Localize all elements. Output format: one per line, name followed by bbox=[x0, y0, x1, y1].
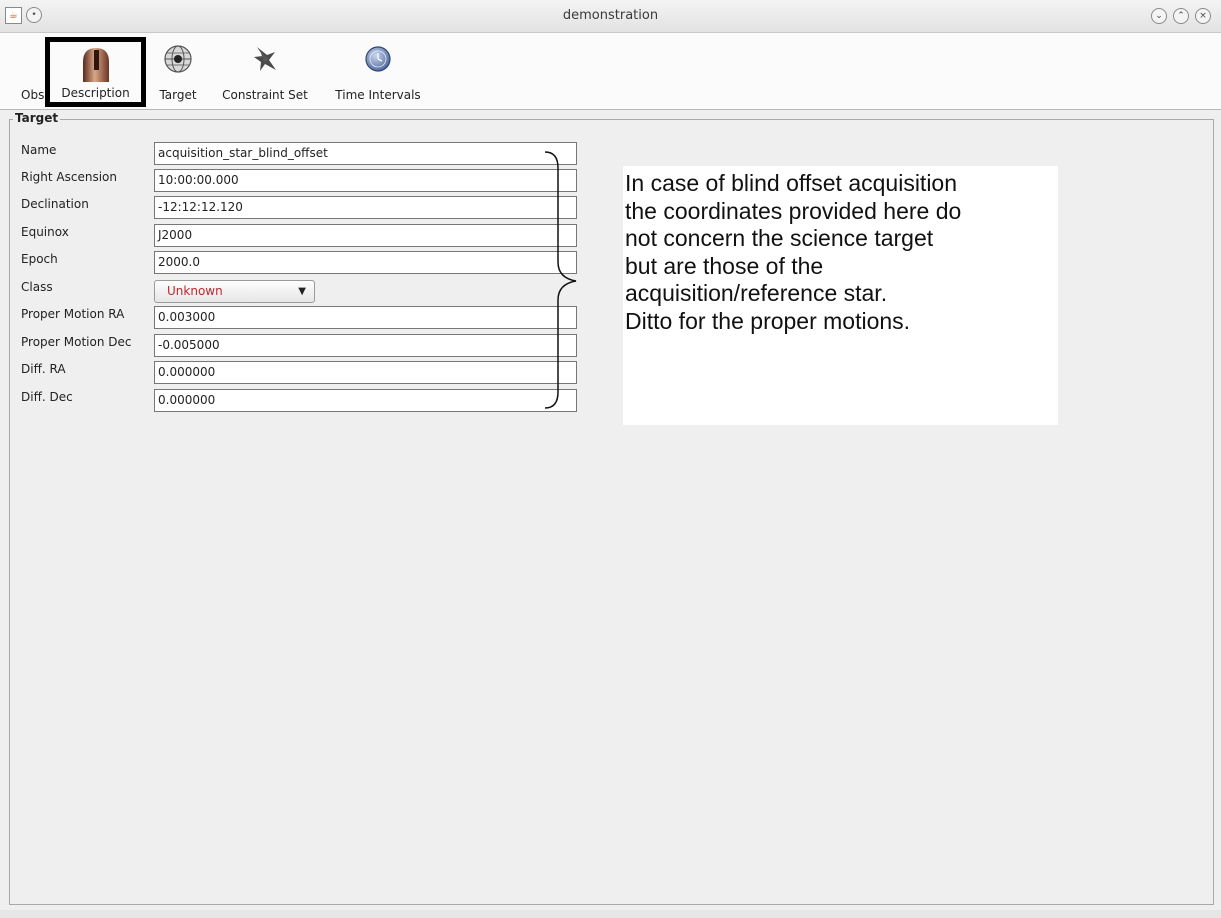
right-ascension-label: Right Ascension bbox=[21, 170, 117, 184]
diff-dec-field[interactable]: 0.000000 bbox=[154, 389, 577, 412]
toolbar-item-label: Time Intervals bbox=[335, 88, 421, 102]
annotation-line: not concern the science target bbox=[625, 225, 934, 251]
status-strip bbox=[0, 910, 1221, 918]
annotation-line: the coordinates provided here do bbox=[625, 197, 962, 224]
minimize-icon[interactable]: ⌄ bbox=[1151, 8, 1167, 24]
proper-motion-ra-label: Proper Motion RA bbox=[21, 307, 125, 321]
clock-icon bbox=[362, 43, 394, 75]
toolbar-item-obs[interactable]: Obs bbox=[21, 88, 44, 102]
toolbar-item-time-intervals[interactable]: Time Intervals bbox=[326, 33, 430, 109]
epoch-label: Epoch bbox=[21, 252, 58, 266]
annotation-box: In case of blind offset acquisition the … bbox=[623, 166, 1058, 425]
name-label: Name bbox=[21, 143, 57, 157]
panel-title: Target bbox=[13, 111, 61, 125]
annotation-line: Ditto for the proper motions. bbox=[625, 307, 911, 334]
toolbar-item-description[interactable]: Description bbox=[45, 37, 146, 107]
proper-motion-dec-label: Proper Motion Dec bbox=[21, 335, 132, 349]
annotation-line: In case of blind offset acquisition bbox=[625, 170, 958, 196]
toolbar-item-target[interactable]: Target bbox=[150, 33, 206, 109]
dropdown-arrow-icon: ▼ bbox=[298, 286, 306, 297]
diff-ra-field[interactable]: 0.000000 bbox=[154, 361, 577, 384]
maximize-icon[interactable]: ⌃ bbox=[1173, 8, 1189, 24]
globe-icon bbox=[162, 43, 194, 75]
declination-label: Declination bbox=[21, 197, 89, 211]
toolbar-item-constraint-set[interactable]: Constraint Set bbox=[213, 33, 317, 109]
curly-brace bbox=[544, 151, 577, 409]
annotation-line: acquisition/reference star. bbox=[625, 280, 888, 306]
proper-motion-ra-field[interactable]: 0.003000 bbox=[154, 306, 577, 329]
declination-field[interactable]: -12:12:12.120 bbox=[154, 196, 577, 219]
toolbar-item-label: Constraint Set bbox=[222, 88, 308, 102]
annotation-text: In case of blind offset acquisition the … bbox=[623, 166, 1058, 335]
telescope-dome-icon bbox=[80, 46, 112, 82]
title-bar: ☕ • demonstration ⌄ ⌃ × bbox=[0, 0, 1221, 33]
annotation-line: but are those of the bbox=[625, 252, 824, 279]
equinox-label: Equinox bbox=[21, 225, 69, 239]
class-dropdown-value: Unknown bbox=[167, 284, 223, 298]
class-label: Class bbox=[21, 280, 53, 294]
constraint-icon bbox=[249, 43, 281, 75]
diff-ra-label: Diff. RA bbox=[21, 362, 66, 376]
close-icon[interactable]: × bbox=[1195, 8, 1211, 24]
proper-motion-dec-field[interactable]: -0.005000 bbox=[154, 334, 577, 357]
class-dropdown[interactable]: Unknown ▼ bbox=[154, 280, 315, 303]
toolbar: Obs Description Target Constraint Set Ti… bbox=[0, 33, 1221, 110]
window-title: demonstration bbox=[562, 8, 659, 23]
diff-dec-label: Diff. Dec bbox=[21, 390, 73, 404]
right-ascension-field[interactable]: 10:00:00.000 bbox=[154, 169, 577, 192]
epoch-field[interactable]: 2000.0 bbox=[154, 251, 577, 274]
toolbar-item-label: Description bbox=[61, 86, 130, 100]
equinox-field[interactable]: J2000 bbox=[154, 224, 577, 247]
name-field[interactable]: acquisition_star_blind_offset bbox=[154, 142, 577, 165]
toolbar-item-label: Target bbox=[159, 88, 197, 102]
